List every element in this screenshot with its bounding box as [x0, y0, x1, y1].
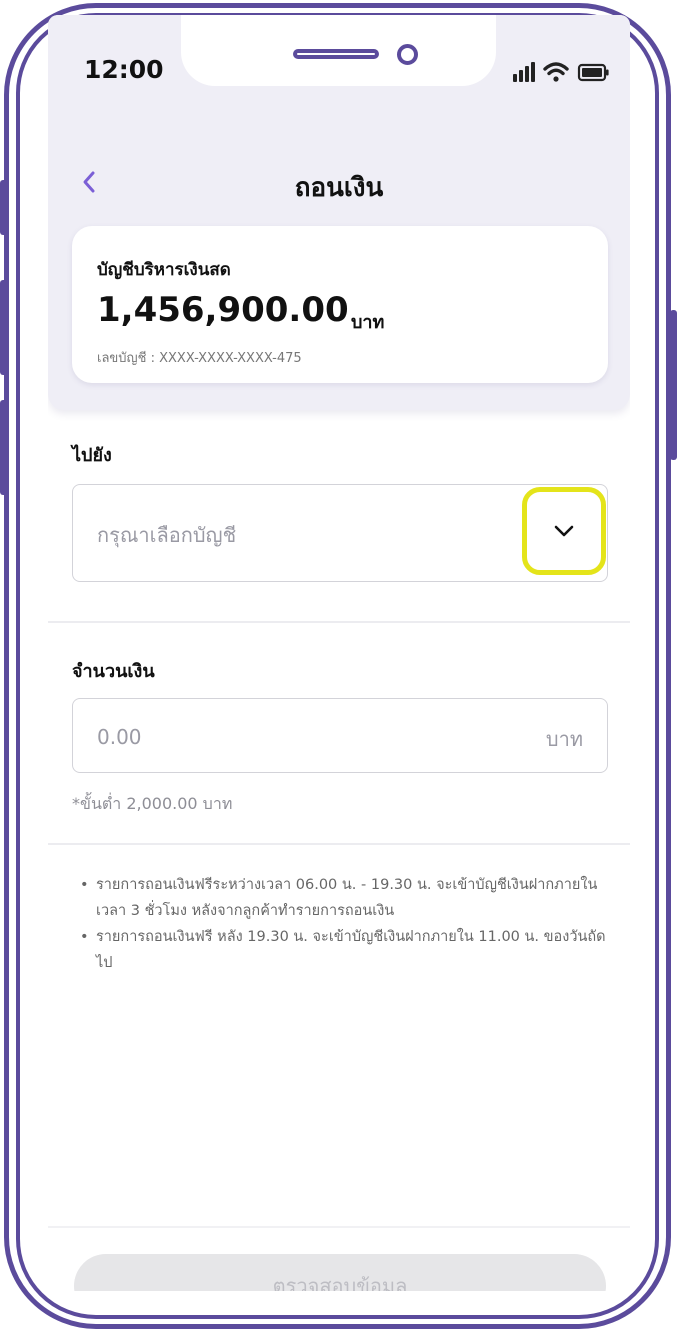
- phone-notch: [181, 15, 496, 86]
- divider: [48, 621, 630, 623]
- account-name: บัญชีบริหารเงินสด: [97, 260, 231, 280]
- chevron-down-icon: [554, 525, 574, 537]
- speaker-icon: [293, 49, 379, 59]
- app-screen: 12:00 ถอนเงิน บัญชีบริหารเงินสด 1,456,90…: [48, 15, 630, 1291]
- account-select-placeholder: กรุณาเลือกบัญชี: [97, 523, 237, 547]
- account-card: บัญชีบริหารเงินสด 1,456,900.00 บาท เลขบั…: [72, 226, 608, 383]
- wifi-icon: [543, 62, 569, 82]
- note-item: รายการถอนเงินฟรี หลัง 19.30 น. จะเข้าบัญ…: [78, 924, 618, 976]
- destination-label: ไปยัง: [72, 445, 112, 466]
- signal-icon: [513, 62, 535, 82]
- phone-side-button: [670, 310, 677, 460]
- page-title: ถอนเงิน: [294, 173, 384, 203]
- balance-currency: บาท: [351, 312, 385, 333]
- notes-list: รายการถอนเงินฟรีระหว่างเวลา 06.00 น. - 1…: [78, 872, 618, 976]
- amount-unit: บาท: [545, 727, 583, 751]
- account-number-label: เลขบัญชี :: [97, 351, 155, 366]
- amount-input[interactable]: [95, 721, 499, 753]
- divider: [48, 843, 630, 845]
- account-number-row: เลขบัญชี : XXXX-XXXX-XXXX-475: [97, 347, 302, 368]
- amount-field[interactable]: บาท: [72, 698, 608, 773]
- battery-icon: [577, 63, 609, 82]
- account-balance: 1,456,900.00: [97, 290, 349, 330]
- dropdown-toggle[interactable]: [522, 487, 606, 575]
- confirm-button[interactable]: ตรวจสอบข้อมูล: [74, 1254, 606, 1291]
- note-item: รายการถอนเงินฟรีระหว่างเวลา 06.00 น. - 1…: [78, 872, 618, 924]
- status-icons: [513, 60, 613, 84]
- status-time: 12:00: [84, 55, 164, 84]
- amount-label: จำนวนเงิน: [72, 661, 155, 682]
- minimum-note: *ขั้นต่ำ 2,000.00 บาท: [72, 794, 233, 813]
- phone-side-button: [0, 400, 7, 495]
- camera-icon: [397, 44, 418, 65]
- phone-side-button: [0, 180, 7, 235]
- account-number: XXXX-XXXX-XXXX-475: [159, 351, 302, 366]
- phone-side-button: [0, 280, 7, 375]
